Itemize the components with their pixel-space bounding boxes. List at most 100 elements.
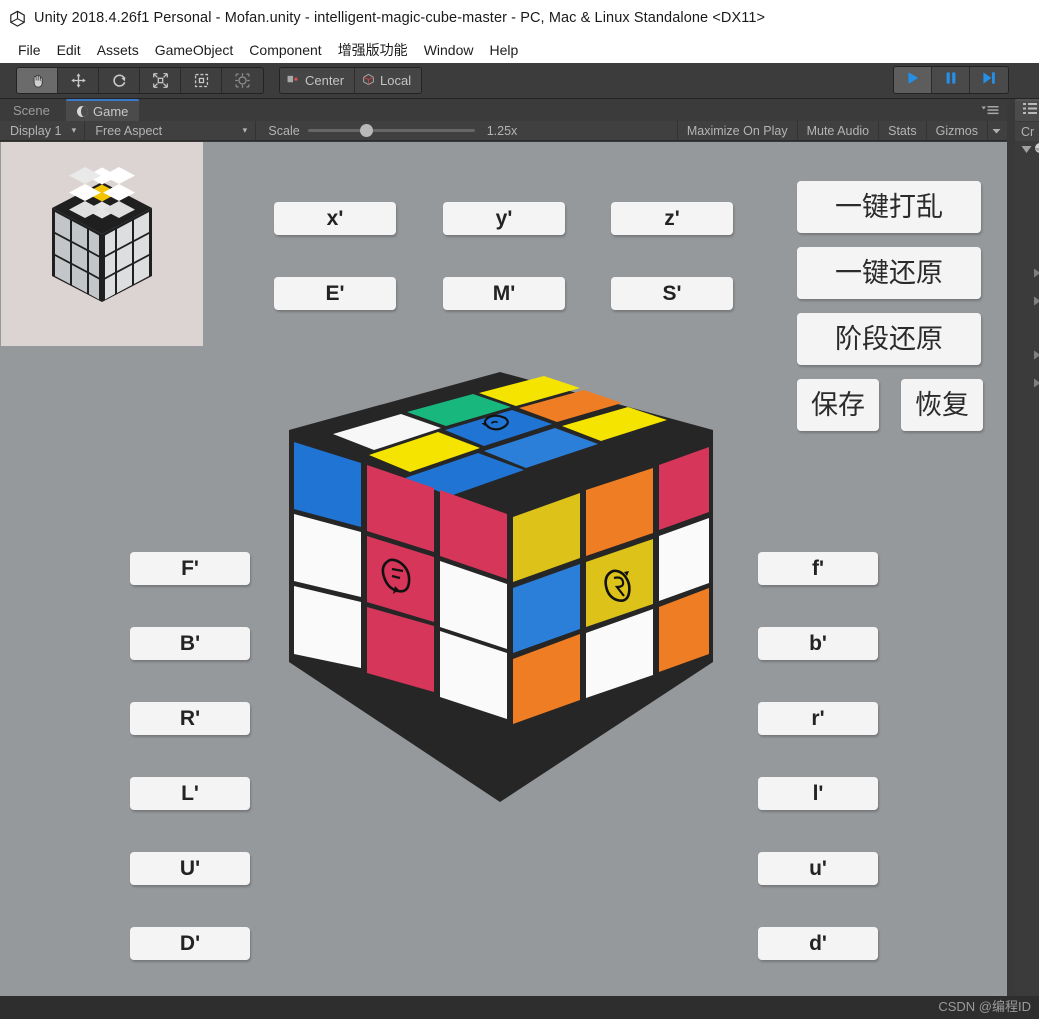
hierarchy-item-row[interactable]: [1021, 293, 1039, 310]
display-dropdown[interactable]: Display 1 ▾: [0, 121, 84, 141]
gizmos-button[interactable]: Gizmos: [925, 120, 987, 141]
rotate-tool-button[interactable]: [99, 68, 140, 93]
chevron-down-icon[interactable]: [1021, 141, 1032, 159]
menu-window[interactable]: Window: [416, 40, 482, 60]
button-restore[interactable]: 一键还原: [797, 247, 981, 299]
menu-assets[interactable]: Assets: [89, 40, 147, 60]
scale-slider[interactable]: [307, 124, 475, 137]
move-tool-button[interactable]: [58, 68, 99, 93]
button-f-prime[interactable]: f': [758, 552, 878, 585]
play-icon: [905, 70, 921, 91]
hierarchy-create-button[interactable]: Cr: [1015, 122, 1039, 141]
maximize-on-play-button[interactable]: Maximize On Play: [676, 120, 797, 141]
scale-tool-button[interactable]: [140, 68, 181, 93]
play-button[interactable]: [894, 67, 932, 93]
button-label: B': [179, 632, 201, 655]
menu-enhanced-features[interactable]: 增强版功能: [330, 38, 416, 62]
step-icon: [981, 70, 997, 91]
button-stage-restore[interactable]: 阶段还原: [797, 313, 981, 365]
button-D-prime[interactable]: D': [130, 927, 250, 960]
button-scramble[interactable]: 一键打乱: [797, 181, 981, 233]
button-label: y': [495, 207, 513, 230]
stats-button[interactable]: Stats: [878, 120, 926, 141]
button-label: u': [809, 857, 827, 880]
tab-scene[interactable]: Scene: [2, 99, 61, 121]
button-label: R': [179, 707, 201, 730]
chevron-right-icon[interactable]: [1033, 375, 1039, 393]
hand-tool-button[interactable]: [17, 68, 58, 93]
transform-tool-button[interactable]: [222, 68, 263, 93]
menu-component[interactable]: Component: [241, 40, 329, 60]
button-x-prime[interactable]: x': [274, 202, 396, 235]
pause-icon: [943, 70, 959, 91]
pause-button[interactable]: [932, 67, 970, 93]
button-recover[interactable]: 恢复: [901, 379, 983, 431]
scale-value: 1.25x: [486, 123, 518, 138]
scene-icon: [1034, 141, 1039, 159]
hierarchy-item-row[interactable]: [1021, 375, 1039, 392]
status-bar: CSDN @编程ID: [0, 996, 1039, 1019]
button-b-prime[interactable]: b': [758, 627, 878, 660]
mute-audio-button[interactable]: Mute Audio: [796, 120, 879, 141]
gizmos-dropdown-caret[interactable]: [987, 120, 1007, 141]
button-F-prime[interactable]: F': [130, 552, 250, 585]
hierarchy-tree[interactable]: [1015, 141, 1039, 1019]
scale-icon: [152, 72, 169, 89]
button-R-prime[interactable]: R': [130, 702, 250, 735]
button-label: U': [179, 857, 201, 880]
pivot-center-icon: [287, 73, 300, 88]
panel-menu-icon[interactable]: [981, 103, 999, 117]
button-label: 一键打乱: [835, 191, 943, 222]
r-logo: [604, 569, 631, 602]
button-e-prime[interactable]: E': [274, 277, 396, 310]
panel-tab-row: Scene Game: [0, 99, 1007, 121]
button-u-prime[interactable]: u': [758, 852, 878, 885]
pivot-mode-button[interactable]: Center: [280, 68, 356, 93]
button-label: L': [181, 782, 199, 805]
display-label: Display 1: [10, 123, 62, 138]
button-r-prime[interactable]: r': [758, 702, 878, 735]
hierarchy-item-row[interactable]: [1021, 265, 1039, 282]
button-y-prime[interactable]: y': [443, 202, 565, 235]
chevron-right-icon[interactable]: [1033, 265, 1039, 283]
hierarchy-root-row[interactable]: [1021, 141, 1039, 158]
button-label: r': [811, 707, 825, 730]
game-toolbar-right: Maximize On Play Mute Audio Stats Gizmos: [676, 120, 1007, 141]
scale-slider-handle[interactable]: [359, 124, 373, 137]
transform-tool-group: [16, 67, 264, 94]
hierarchy-panel: Cr: [1007, 99, 1039, 1019]
hierarchy-item-row[interactable]: [1021, 347, 1039, 364]
tab-game[interactable]: Game: [66, 99, 140, 121]
button-L-prime[interactable]: L': [130, 777, 250, 810]
menu-gameobject[interactable]: GameObject: [147, 40, 242, 60]
rect-transform-icon: [193, 72, 210, 89]
menu-help[interactable]: Help: [481, 40, 526, 60]
tab-hierarchy[interactable]: [1015, 99, 1039, 121]
menu-edit[interactable]: Edit: [49, 40, 89, 60]
game-viewport[interactable]: x' y' z' E' M' S' 一键打乱 一键还原 阶段还原 保存 恢复 F…: [0, 142, 1007, 1019]
step-button[interactable]: [970, 67, 1008, 93]
chevron-right-icon[interactable]: [1033, 293, 1039, 311]
game-moon-icon: [77, 105, 88, 117]
button-label: M': [492, 282, 516, 305]
aspect-dropdown[interactable]: Free Aspect ▾: [85, 121, 255, 141]
window-title: Unity 2018.4.26f1 Personal - Mofan.unity…: [34, 10, 766, 26]
button-label: F': [181, 557, 199, 580]
button-save[interactable]: 保存: [797, 379, 879, 431]
rect-transform-tool-button[interactable]: [181, 68, 222, 93]
button-s-prime[interactable]: S': [611, 277, 733, 310]
chevron-right-icon[interactable]: [1033, 347, 1039, 365]
preview-camera-view: [1, 142, 203, 346]
button-label: z': [664, 207, 680, 230]
pivot-rotation-button[interactable]: Local: [355, 68, 422, 93]
button-B-prime[interactable]: B': [130, 627, 250, 660]
editor-body: Center Local Scene Game Display 1 ▾ Free…: [0, 63, 1039, 1019]
game-panel: Scene Game Display 1 ▾ Free Aspect ▾ Sca…: [0, 99, 1007, 1019]
button-l-prime[interactable]: l': [758, 777, 878, 810]
menu-file[interactable]: File: [10, 40, 49, 60]
button-z-prime[interactable]: z': [611, 202, 733, 235]
button-m-prime[interactable]: M': [443, 277, 565, 310]
pivot-controls: Center Local: [279, 67, 423, 94]
button-U-prime[interactable]: U': [130, 852, 250, 885]
button-d-prime[interactable]: d': [758, 927, 878, 960]
